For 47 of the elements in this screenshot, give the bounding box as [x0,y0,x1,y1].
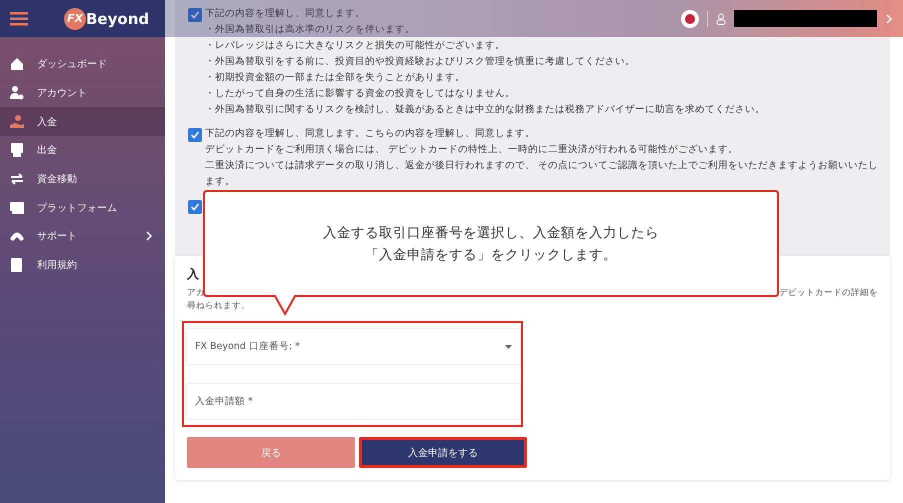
account-select[interactable]: FX Beyond 口座番号: * [186,328,521,365]
agreement-text: ・外国為替取引をする前に、投資目的や投資経験およびリスク管理を慎重に考慮してください。 [205,55,635,69]
sidebar-item[interactable]: 資金移動 [0,164,165,194]
agreement-text: ・外国為替取引に関するリスクを検討し、疑義があるときは中立的な財務または税務アドバイザーに助言を求めてください。 [205,103,765,117]
card-description: アカ [187,287,205,300]
logo-text: Beyond [86,10,150,28]
sidebar-item[interactable]: ダッシュボード [0,50,165,79]
card-description: 尋ねられます。 [187,300,250,313]
agreement-text: 下記の内容を理解し、同意します。 [205,7,365,21]
checkbox[interactable] [188,200,202,214]
chevron-right-icon[interactable] [885,14,893,24]
sidebar-item-icon [9,114,25,130]
agreement-text: ・初期投資金額の一部または全部を失うことがあります。 [205,71,465,85]
agreement-text: デビットカードをご利用頂く場合には、 デビットカードの特性上、一時的に二重決済が行われる可能性がございます。 [205,143,738,157]
sidebar-item[interactable]: サポート [0,222,165,251]
amount-input[interactable]: 入金申請額 * [186,383,521,420]
card-title: 入 [187,266,199,283]
agreement-text: ・レバレッジはさらに大きなリスクと損失の可能性がございます。 [205,39,505,53]
sidebar-item-icon [9,257,25,274]
callout-text: 「入金申請をする」をクリックします。 [365,246,617,264]
check-icon [190,202,200,212]
sidebar-item-icon [9,56,25,72]
callout-text: 入金する取引口座番号を選択し、入金額を入力したら [323,224,659,242]
logo-mark: FX [64,8,86,30]
caret-icon [505,344,512,348]
menu-icon[interactable] [10,12,28,26]
agreement-text: ・したがって自身の生活に影響する資金の投資をしてはなりません。 [205,87,515,101]
checkbox[interactable] [188,128,202,142]
check-icon [190,130,200,140]
sidebar-item[interactable]: 利用規約 [0,250,165,280]
sidebar-item-icon [9,85,25,102]
check-icon [190,10,200,20]
submit-button[interactable]: 入金申請をする [359,437,527,468]
sidebar-item[interactable]: アカウント [0,78,165,108]
sidebar-item-icon [9,171,25,188]
sidebar-item-icon [9,142,25,158]
sidebar-item[interactable]: 入金 [0,107,165,136]
agreement-text: 二重決済については請求データの取り消し、返金が後日行われますので、 その点についてご認識を頂いた上でご利用をいただきますようお願いいたし [205,159,878,173]
agreement-text: 下記の内容を理解し、同意します。こちらの内容を理解し、同意します。 [205,127,535,141]
sidebar-item-icon [9,200,25,216]
agreement-text: ます。 [205,175,235,189]
agreement-text: ・外国為替取引は高水準のリスクを伴います。 [205,23,415,37]
checkbox[interactable] [188,8,202,22]
user-icon[interactable] [716,12,726,24]
card-description: デビットカードの詳細を [779,287,878,300]
sidebar-item[interactable]: プラットフォーム [0,193,165,222]
sidebar-item[interactable]: 出金 [0,136,165,165]
